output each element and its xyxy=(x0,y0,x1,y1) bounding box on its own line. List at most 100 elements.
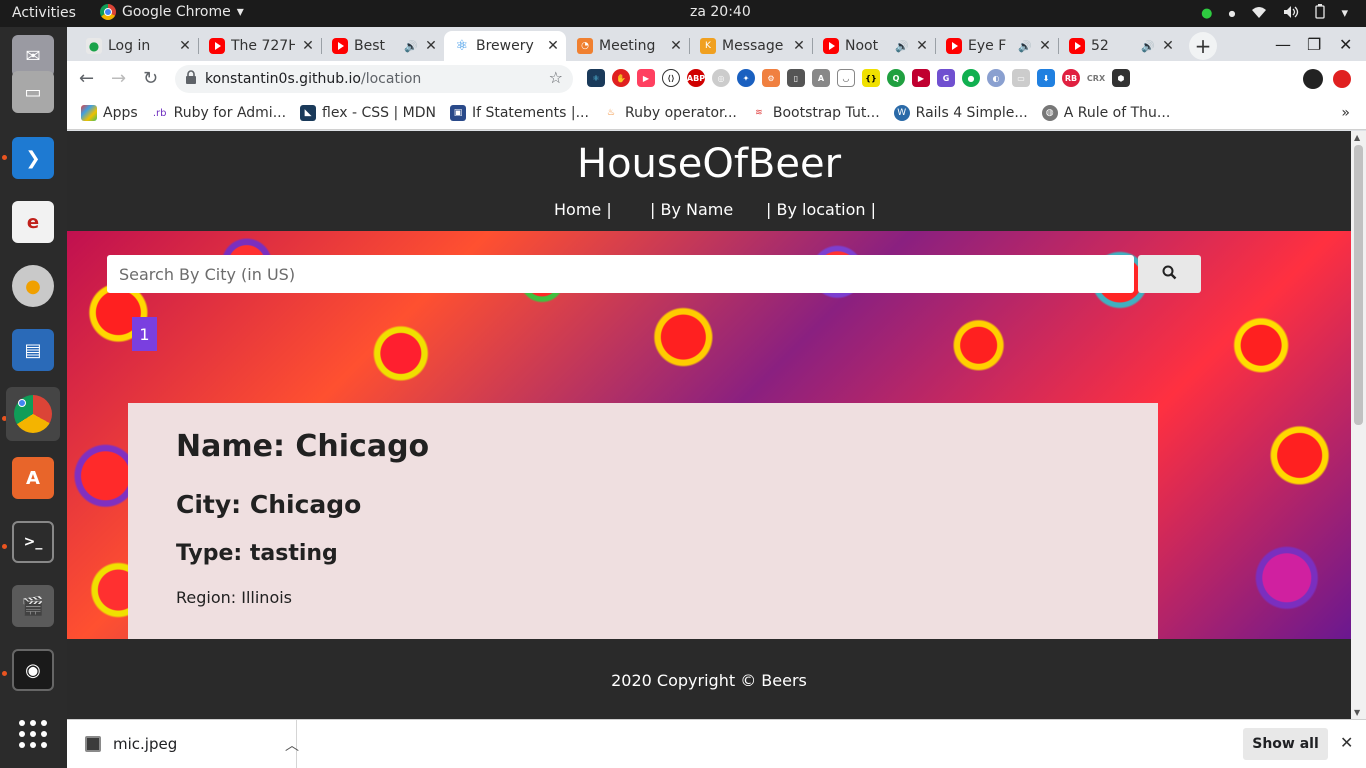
search-button[interactable] xyxy=(1138,255,1201,293)
crx-icon[interactable]: CRX xyxy=(1087,69,1105,87)
dock-ruby-app[interactable]: e xyxy=(6,195,60,249)
speaker-icon[interactable]: 🔊 xyxy=(1018,40,1032,53)
back-icon[interactable]: ← xyxy=(79,68,94,89)
nav-by-location[interactable]: | By location | xyxy=(766,200,876,219)
sync-icon[interactable]: ◐ xyxy=(987,69,1005,87)
translate-icon[interactable]: G xyxy=(937,69,955,87)
rb-ext-icon[interactable]: RB xyxy=(1062,69,1080,87)
video-ext-icon[interactable]: ▶ xyxy=(912,69,930,87)
show-applications-button[interactable] xyxy=(6,707,60,761)
bookmark-rails4[interactable]: W Rails 4 Simple... xyxy=(893,105,1028,121)
rb-icon: .rb xyxy=(151,105,168,121)
new-tab-button[interactable]: + xyxy=(1189,32,1217,60)
close-icon[interactable]: ✕ xyxy=(1161,38,1175,54)
close-icon[interactable]: ✕ xyxy=(546,38,560,54)
pocket-icon[interactable]: ◡ xyxy=(837,69,855,87)
tab-youtube-best[interactable]: Best 🔊 ✕ xyxy=(322,31,444,61)
download-ext-icon[interactable]: ⬇ xyxy=(1037,69,1055,87)
tab-youtube-eye[interactable]: Eye F 🔊 ✕ xyxy=(936,31,1058,61)
speaker-icon[interactable]: 🔊 xyxy=(895,40,909,53)
bookmark-bootstrap[interactable]: ≋ Bootstrap Tut... xyxy=(750,105,880,121)
bookmarks-bar: Apps .rb Ruby for Admi... ◣ flex - CSS |… xyxy=(67,97,1366,130)
tab-log-in[interactable]: ● Log in ✕ xyxy=(76,31,198,61)
tab-youtube-52[interactable]: 52 🔊 ✕ xyxy=(1059,31,1181,61)
reload-icon[interactable]: ↻ xyxy=(143,68,158,89)
cube-icon[interactable]: ⬢ xyxy=(1112,69,1130,87)
search-input[interactable] xyxy=(119,264,1134,284)
close-icon[interactable]: ✕ xyxy=(915,38,929,54)
page-scrollbar[interactable]: ▲ ▼ xyxy=(1351,131,1366,719)
speaker-icon[interactable]: 🔊 xyxy=(1141,40,1155,53)
tab-brewery[interactable]: ⚛ Brewery ✕ xyxy=(444,31,566,61)
pagination-page-1[interactable]: 1 xyxy=(132,317,157,351)
close-icon[interactable]: ✕ xyxy=(1340,733,1353,752)
grid-ext-icon[interactable]: ▯ xyxy=(787,69,805,87)
chevron-right-icon[interactable]: » xyxy=(1341,105,1350,121)
record-icon[interactable]: ▶ xyxy=(637,69,655,87)
tab-youtube-noot[interactable]: Noot 🔊 ✕ xyxy=(813,31,935,61)
dock-rhythmbox[interactable]: ● xyxy=(6,259,60,313)
dock-files[interactable]: ▭ xyxy=(6,65,60,119)
json-icon[interactable]: {} xyxy=(862,69,880,87)
bookmark-mdn-flex[interactable]: ◣ flex - CSS | MDN xyxy=(300,105,436,121)
scrollbar-thumb[interactable] xyxy=(1354,145,1363,425)
maximize-icon[interactable]: ❐ xyxy=(1307,35,1321,54)
nav-home[interactable]: Home | xyxy=(554,200,650,219)
scroll-up-icon[interactable]: ▲ xyxy=(1354,133,1360,142)
bookmark-label: A Rule of Thu... xyxy=(1063,105,1171,121)
forward-icon[interactable]: → xyxy=(111,68,126,89)
tab-message[interactable]: K Message ✕ xyxy=(690,31,812,61)
dock-vscode[interactable]: ❯ xyxy=(6,131,60,185)
dock-software[interactable]: A xyxy=(6,451,60,505)
battery-icon xyxy=(1315,4,1326,23)
compass-icon[interactable]: ✦ xyxy=(737,69,755,87)
speaker-icon: ● xyxy=(12,265,54,307)
nav-by-name[interactable]: | By Name xyxy=(650,200,766,219)
show-all-button[interactable]: Show all xyxy=(1243,728,1328,760)
app-menu[interactable]: Google Chrome ▾ xyxy=(100,4,244,20)
close-icon[interactable]: ✕ xyxy=(424,38,438,54)
dock-impress[interactable]: ▤ xyxy=(6,323,60,377)
update-icon[interactable] xyxy=(1333,70,1351,88)
scroll-down-icon[interactable]: ▼ xyxy=(1354,708,1360,717)
bookmark-label: Rails 4 Simple... xyxy=(915,105,1028,121)
stop-icon[interactable]: ✋ xyxy=(612,69,630,87)
bookmark-apps[interactable]: Apps xyxy=(81,105,138,121)
tab-meeting[interactable]: ◔ Meeting ✕ xyxy=(567,31,689,61)
chat-icon[interactable]: ● xyxy=(962,69,980,87)
bookmark-if-statements[interactable]: ▣ If Statements |... xyxy=(449,105,589,121)
dock-chrome[interactable] xyxy=(6,387,60,441)
clock[interactable]: za 20:40 xyxy=(690,4,751,20)
close-icon[interactable]: ✕ xyxy=(792,38,806,54)
dock-terminal[interactable]: >_ xyxy=(6,515,60,569)
close-window-icon[interactable]: ✕ xyxy=(1339,35,1352,54)
tab-title: Log in xyxy=(108,38,151,54)
angular-icon[interactable]: A xyxy=(812,69,830,87)
dock-video-editor[interactable]: 🎬 xyxy=(6,579,60,633)
code-icon[interactable]: ⟨⟩ xyxy=(662,69,680,87)
system-tray[interactable]: ● ● ▾ xyxy=(1201,4,1348,23)
circle-ext-icon[interactable]: ◎ xyxy=(712,69,730,87)
dock-webcam[interactable]: ◉ xyxy=(6,643,60,697)
window-ext-icon[interactable]: ▭ xyxy=(1012,69,1030,87)
search-ext-icon[interactable]: Q xyxy=(887,69,905,87)
chevron-up-icon[interactable]: ︿ xyxy=(285,735,299,755)
close-icon[interactable]: ✕ xyxy=(669,38,683,54)
bookmark-ruby-admin[interactable]: .rb Ruby for Admi... xyxy=(151,105,286,121)
bookmark-ruby-operator[interactable]: ♨ Ruby operator... xyxy=(602,105,737,121)
bookmark-rule-of-thumb[interactable]: ◍ A Rule of Thu... xyxy=(1041,105,1171,121)
close-icon[interactable]: ✕ xyxy=(1038,38,1052,54)
close-icon[interactable]: ✕ xyxy=(301,38,315,54)
minimize-icon[interactable]: — xyxy=(1275,35,1291,54)
network-icon[interactable]: ⚙ xyxy=(762,69,780,87)
adblock-icon[interactable]: ABP xyxy=(687,69,705,87)
download-item[interactable]: mic.jpeg ︿ xyxy=(85,720,299,768)
react-devtools-icon[interactable]: ⚛ xyxy=(587,69,605,87)
speaker-icon[interactable]: 🔊 xyxy=(404,40,418,53)
activities-button[interactable]: Activities xyxy=(12,5,76,21)
bookmark-star-icon[interactable]: ☆ xyxy=(549,68,563,87)
profile-avatar[interactable] xyxy=(1303,69,1323,89)
tab-youtube-727h[interactable]: The 727H ✕ xyxy=(199,31,321,61)
close-icon[interactable]: ✕ xyxy=(178,38,192,54)
address-bar[interactable]: konstantin0s.github.io/location ☆ xyxy=(175,65,573,93)
